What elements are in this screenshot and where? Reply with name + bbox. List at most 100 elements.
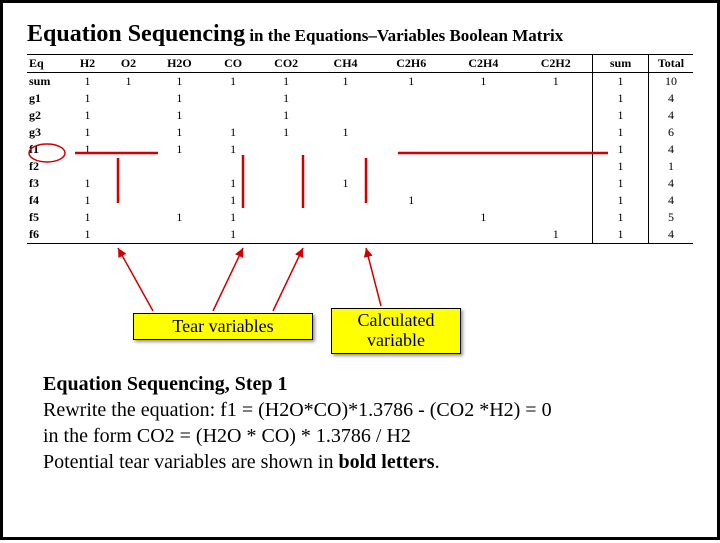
row-label: f3 bbox=[27, 175, 67, 192]
cell: 1 bbox=[447, 73, 519, 91]
col-CO: CO bbox=[210, 55, 257, 73]
body-line-1: Rewrite the equation: f1 = (H2O*CO)*1.37… bbox=[43, 397, 677, 423]
cell bbox=[519, 124, 592, 141]
cell: 1 bbox=[447, 209, 519, 226]
col-total: Total bbox=[649, 55, 694, 73]
cell bbox=[316, 107, 375, 124]
table-row: f311114 bbox=[27, 175, 693, 192]
cell: 1 bbox=[67, 107, 108, 124]
cell-total: 4 bbox=[649, 175, 694, 192]
table-row: f211 bbox=[27, 158, 693, 175]
cell: 1 bbox=[210, 209, 257, 226]
cell bbox=[149, 226, 210, 244]
row-label: g2 bbox=[27, 107, 67, 124]
cell: 1 bbox=[210, 226, 257, 244]
cell-total: 4 bbox=[649, 90, 694, 107]
col-H2O: H2O bbox=[149, 55, 210, 73]
cell bbox=[149, 192, 210, 209]
cell bbox=[519, 158, 592, 175]
cell-sum: 1 bbox=[593, 73, 649, 91]
cell bbox=[519, 107, 592, 124]
cell-sum: 1 bbox=[593, 90, 649, 107]
cell bbox=[108, 158, 149, 175]
cell bbox=[519, 175, 592, 192]
table-row: f411114 bbox=[27, 192, 693, 209]
cell: 1 bbox=[316, 175, 375, 192]
cell bbox=[108, 90, 149, 107]
body-line-3: Potential tear variables are shown in bo… bbox=[43, 449, 677, 475]
cell-sum: 1 bbox=[593, 124, 649, 141]
cell: 1 bbox=[256, 107, 315, 124]
col-eq: Eq bbox=[27, 55, 67, 73]
cell: 1 bbox=[149, 209, 210, 226]
cell bbox=[375, 90, 447, 107]
cell bbox=[519, 192, 592, 209]
cell bbox=[316, 141, 375, 158]
row-label: g3 bbox=[27, 124, 67, 141]
cell bbox=[375, 226, 447, 244]
row-label: sum bbox=[27, 73, 67, 91]
cell-sum: 1 bbox=[593, 158, 649, 175]
cell-total: 4 bbox=[649, 192, 694, 209]
table-row: f5111115 bbox=[27, 209, 693, 226]
cell: 1 bbox=[210, 192, 257, 209]
cell bbox=[108, 192, 149, 209]
row-label: f6 bbox=[27, 226, 67, 244]
cell-sum: 1 bbox=[593, 175, 649, 192]
cell-total: 6 bbox=[649, 124, 694, 141]
table-row: sum111111111110 bbox=[27, 73, 693, 91]
cell: 1 bbox=[67, 124, 108, 141]
cell: 1 bbox=[149, 124, 210, 141]
cell-total: 4 bbox=[649, 141, 694, 158]
table-row: g31111116 bbox=[27, 124, 693, 141]
col-CH4: CH4 bbox=[316, 55, 375, 73]
cell bbox=[447, 90, 519, 107]
cell: 1 bbox=[67, 192, 108, 209]
cell bbox=[447, 141, 519, 158]
cell bbox=[210, 158, 257, 175]
cell bbox=[108, 226, 149, 244]
title-sub: in the Equations–Variables Boolean Matri… bbox=[245, 26, 563, 45]
cell-sum: 1 bbox=[593, 209, 649, 226]
slide-frame: Equation Sequencing in the Equations–Var… bbox=[0, 0, 720, 540]
cell: 1 bbox=[67, 90, 108, 107]
body-text: Equation Sequencing, Step 1 Rewrite the … bbox=[43, 371, 677, 475]
cell bbox=[210, 107, 257, 124]
cell bbox=[375, 124, 447, 141]
cell bbox=[519, 209, 592, 226]
col-C2H2: C2H2 bbox=[519, 55, 592, 73]
row-label: f4 bbox=[27, 192, 67, 209]
cell bbox=[256, 158, 315, 175]
cell bbox=[149, 175, 210, 192]
cell-total: 1 bbox=[649, 158, 694, 175]
cell: 1 bbox=[67, 73, 108, 91]
cell bbox=[256, 175, 315, 192]
cell: 1 bbox=[256, 124, 315, 141]
cell-total: 5 bbox=[649, 209, 694, 226]
cell bbox=[149, 158, 210, 175]
cell bbox=[316, 209, 375, 226]
cell bbox=[316, 158, 375, 175]
cell-sum: 1 bbox=[593, 226, 649, 244]
table-row: g211114 bbox=[27, 107, 693, 124]
cell bbox=[375, 141, 447, 158]
cell bbox=[447, 107, 519, 124]
slide-title: Equation Sequencing in the Equations–Var… bbox=[27, 21, 693, 48]
cell bbox=[256, 226, 315, 244]
cell-total: 10 bbox=[649, 73, 694, 91]
cell: 1 bbox=[210, 124, 257, 141]
cell-sum: 1 bbox=[593, 107, 649, 124]
col-C2H4: C2H4 bbox=[447, 55, 519, 73]
cell bbox=[519, 141, 592, 158]
cell: 1 bbox=[256, 73, 315, 91]
calculated-variable-label: Calculated variable bbox=[331, 308, 461, 354]
col-CO2: CO2 bbox=[256, 55, 315, 73]
body-line-2: in the form CO2 = (H2O * CO) * 1.3786 / … bbox=[43, 423, 677, 449]
step-title: Equation Sequencing, Step 1 bbox=[43, 371, 677, 397]
table-row: f111114 bbox=[27, 141, 693, 158]
cell: 1 bbox=[149, 90, 210, 107]
cell bbox=[519, 90, 592, 107]
cell: 1 bbox=[149, 107, 210, 124]
cell: 1 bbox=[375, 73, 447, 91]
boolean-matrix-table: EqH2O2H2OCOCO2CH4C2H6C2H4C2H2sumTotal su… bbox=[27, 54, 693, 244]
